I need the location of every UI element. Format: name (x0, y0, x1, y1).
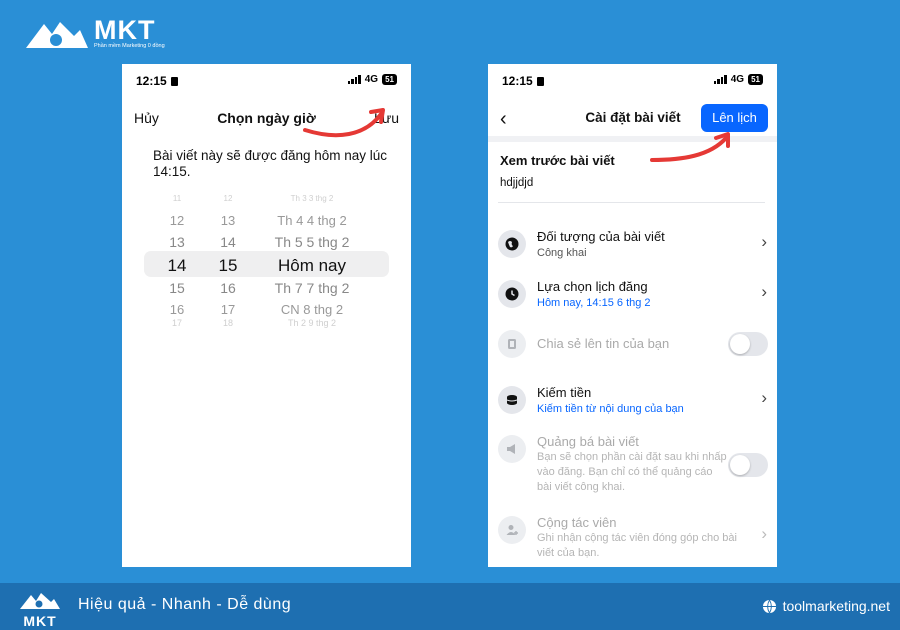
preview-text: hdjjdjd (500, 177, 534, 189)
picker-hour: 13 (169, 234, 185, 250)
brand-name: MKT (94, 15, 156, 45)
footer-banner: MKT Hiệu quả - Nhanh - Dễ dùng toolmarke… (0, 583, 900, 630)
status-time: 12:15 (136, 74, 178, 88)
promote-post-toggle[interactable] (728, 453, 768, 477)
setting-schedule-option[interactable]: Lựa chọn lịch đăng Hôm nay, 14:15 6 thg … (488, 278, 777, 318)
setting-title: Cộng tác viên (537, 515, 617, 530)
clock-icon (498, 280, 526, 308)
network-type: 4G (364, 74, 379, 85)
phone-screen-date-picker: 12:15 4G 51 Hủy Chọn ngày giờ Lưu Bài vi… (122, 64, 411, 567)
setting-monetize[interactable]: Kiếm tiền Kiếm tiền từ nội dung của bạn … (488, 384, 777, 424)
picker-date: Th 5 5 thg 2 (274, 234, 350, 250)
picker-minute: 14 (220, 234, 236, 250)
schedule-message: Bài viết này sẽ được đăng hôm nay lúc 14… (153, 148, 388, 179)
picker-date: Hôm nay (277, 256, 347, 275)
back-arrow-icon[interactable]: ‹ (500, 109, 507, 129)
website-text: toolmarketing.net (782, 598, 890, 614)
phone-screen-post-settings: 12:15 4G 51 ‹ Cài đặt bài viết Lên lịch … (488, 64, 777, 567)
mountain-logo-icon (26, 22, 88, 48)
network-type: 4G (730, 74, 745, 85)
signal-icon (713, 75, 727, 84)
setting-subtitle-link: Kiếm tiền từ nội dung của bạn (537, 403, 684, 415)
megaphone-icon (498, 435, 526, 463)
setting-subtitle: Bạn sẽ chọn phần cài đặt sau khi nhấp và… (537, 451, 727, 493)
picker-date: Th 2 9 thg 2 (287, 318, 337, 328)
status-bar: 12:15 4G 51 (488, 72, 777, 90)
section-divider (488, 136, 777, 142)
share-story-toggle[interactable] (728, 332, 768, 356)
picker-nav-bar: Hủy Chọn ngày giờ Lưu (122, 108, 411, 128)
preview-title: Xem trước bài viết (500, 153, 615, 168)
brand-subtitle: Phần mềm Marketing 0 đồng (94, 43, 165, 49)
signal-icon (347, 75, 361, 84)
battery-icon: 51 (748, 74, 763, 85)
setting-subtitle-link: Hôm nay, 14:15 6 thg 2 (537, 297, 651, 309)
chevron-right-icon: › (761, 388, 767, 407)
chevron-right-icon: › (761, 524, 767, 543)
battery-icon: 51 (382, 74, 397, 85)
picker-hour: 17 (171, 318, 182, 328)
status-bar: 12:15 4G 51 (122, 72, 411, 90)
setting-title: Kiếm tiền (537, 385, 592, 400)
coins-icon (498, 386, 526, 414)
picker-date: Th 4 4 thg 2 (277, 213, 347, 228)
picker-date: Th 3 3 thg 2 (290, 194, 334, 203)
mountain-logo-icon (20, 593, 60, 609)
setting-subtitle: Công khai (537, 247, 587, 259)
settings-nav-bar: ‹ Cài đặt bài viết Lên lịch (488, 102, 777, 134)
sim-icon (536, 77, 544, 86)
setting-title: Lựa chọn lịch đăng (537, 279, 648, 294)
chevron-right-icon: › (761, 232, 767, 251)
brand-logo: MKT Phần mềm Marketing 0 đồng (24, 16, 165, 50)
picker-hour: 16 (169, 302, 185, 317)
picker-minute: 18 (222, 318, 233, 328)
setting-audience[interactable]: Đối tượng của bài viết Công khai › (488, 228, 777, 268)
footer-logo: MKT (18, 590, 62, 629)
picker-date: Th 7 7 thg 2 (274, 280, 350, 296)
tagline: Hiệu quả - Nhanh - Dễ dùng (78, 596, 292, 613)
picker-hour: 11 (172, 194, 182, 203)
divider (498, 202, 765, 203)
sim-icon (170, 77, 178, 86)
picker-hour: 15 (169, 280, 185, 296)
picker-hour: 12 (169, 213, 185, 228)
setting-title: Đối tượng của bài viết (537, 229, 665, 244)
setting-title: Chia sẻ lên tin của bạn (537, 336, 670, 351)
status-time: 12:15 (502, 74, 544, 88)
picker-minute: 15 (218, 256, 238, 275)
website-link[interactable]: toolmarketing.net (762, 598, 890, 614)
add-person-icon (498, 516, 526, 544)
picker-date: CN 8 thg 2 (280, 302, 344, 317)
picker-hour: 14 (167, 256, 187, 275)
schedule-button[interactable]: Lên lịch (701, 104, 768, 132)
picker-minute: 17 (220, 302, 236, 317)
footer-brand-name: MKT (23, 613, 57, 629)
setting-promote-post[interactable]: Quảng bá bài viết Bạn sẽ chọn phần cài đ… (488, 433, 777, 497)
picker-minute: 16 (220, 280, 236, 296)
setting-subtitle: Ghi nhận cộng tác viên đóng góp cho bài … (537, 532, 737, 559)
globe-icon (498, 230, 526, 258)
page-title: Cài đặt bài viết (585, 110, 681, 125)
setting-share-story[interactable]: Chia sẻ lên tin của bạn (488, 330, 777, 362)
picker-minute: 12 (223, 194, 233, 203)
date-time-wheel-picker[interactable]: 11 12 Th 3 3 thg 2 12 13 Th 4 4 thg 2 13 14 Th 5… (122, 194, 411, 328)
story-icon (498, 330, 526, 358)
chevron-right-icon: › (761, 282, 767, 301)
setting-title: Quảng bá bài viết (537, 434, 639, 449)
setting-collaborators[interactable]: Cộng tác viên Ghi nhận cộng tác viên đón… (488, 514, 777, 564)
picker-minute: 13 (220, 213, 236, 228)
page-title: Chọn ngày giờ (217, 110, 316, 126)
save-button[interactable]: Lưu (374, 110, 399, 126)
globe-icon (762, 599, 776, 613)
